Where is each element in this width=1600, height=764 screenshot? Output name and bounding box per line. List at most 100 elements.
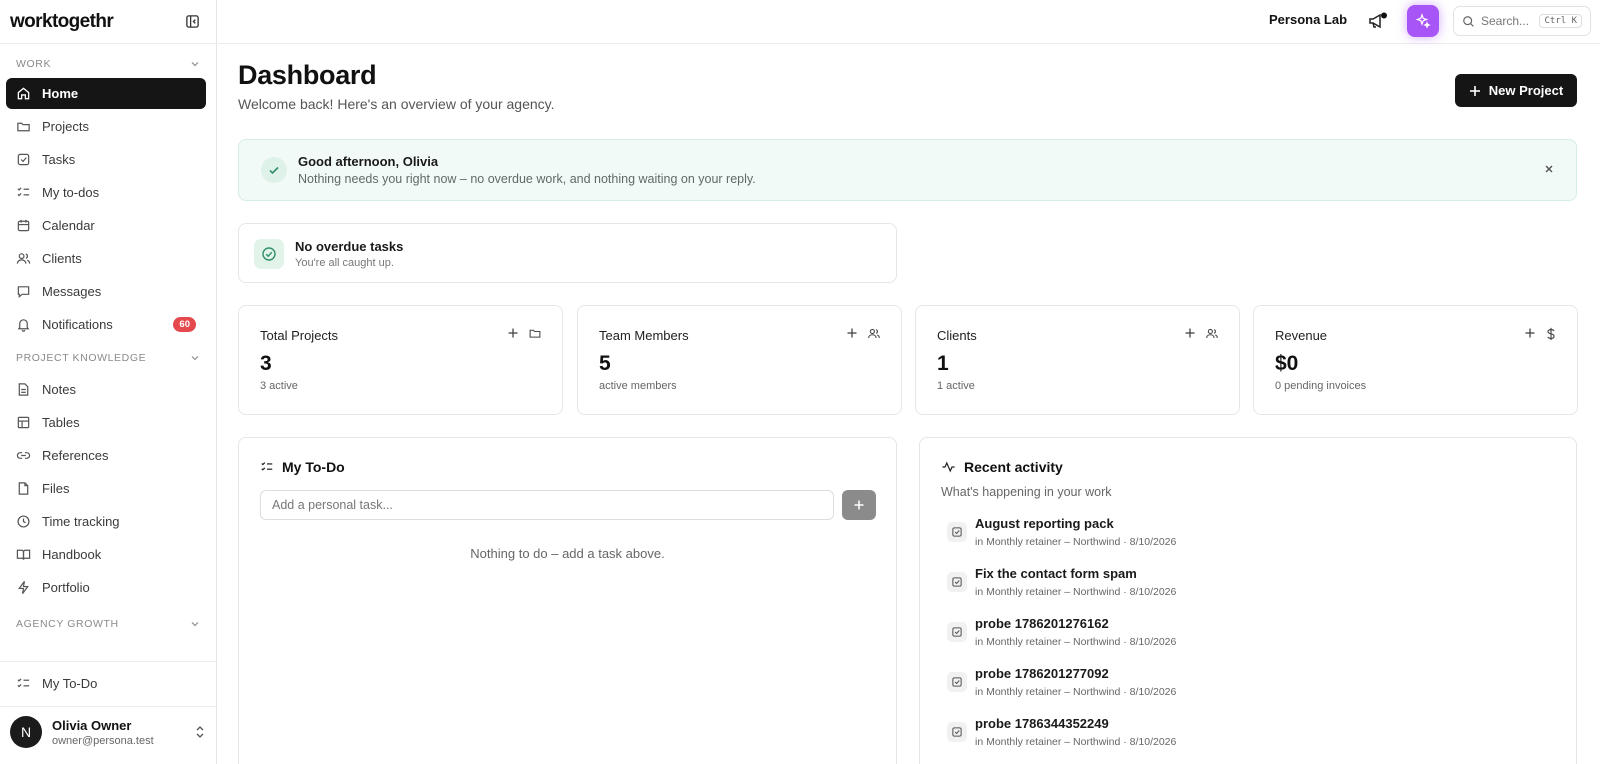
activity-meta: in Monthly retainer – Northwind · 8/10/2… bbox=[975, 536, 1177, 548]
sidebar-item-clients[interactable]: Clients bbox=[6, 243, 206, 274]
stat-value: 3 bbox=[260, 352, 272, 375]
sidebar-divider bbox=[0, 706, 217, 707]
user-email: owner@persona.test bbox=[52, 734, 154, 747]
checkbox-icon bbox=[947, 672, 967, 692]
new-project-button[interactable]: New Project bbox=[1455, 74, 1577, 107]
sidebar-item-label: Messages bbox=[42, 284, 102, 299]
sidebar-item-portfolio[interactable]: Portfolio bbox=[6, 572, 206, 603]
section-knowledge-header[interactable]: PROJECT KNOWLEDGE bbox=[0, 347, 216, 369]
dollar-icon bbox=[1545, 327, 1557, 341]
sidebar-item-notes[interactable]: Notes bbox=[6, 374, 206, 405]
section-growth-header[interactable]: AGENCY GROWTH bbox=[0, 613, 216, 635]
plus-icon bbox=[1469, 85, 1480, 96]
folder-icon bbox=[528, 327, 542, 340]
my-todo-title-text: My To-Do bbox=[282, 459, 345, 475]
sidebar-item-tasks[interactable]: Tasks bbox=[6, 144, 206, 175]
sidebar-item-references[interactable]: References bbox=[6, 440, 206, 471]
sidebar-item-handbook[interactable]: Handbook bbox=[6, 539, 206, 570]
sidebar-item-notifications[interactable]: Notifications 60 bbox=[6, 309, 206, 340]
overdue-tasks-card: No overdue tasks You're all caught up. bbox=[238, 223, 897, 283]
checkbox-icon bbox=[947, 722, 967, 742]
list-check-icon bbox=[17, 678, 30, 688]
stat-label: Total Projects bbox=[260, 328, 339, 343]
sidebar-item-my-todo[interactable]: My To-Do bbox=[6, 668, 206, 699]
check-icon bbox=[261, 157, 287, 183]
sidebar-item-label: Home bbox=[42, 86, 79, 101]
overdue-title: No overdue tasks bbox=[295, 239, 404, 254]
sidebar-item-files[interactable]: Files bbox=[6, 473, 206, 504]
bell-icon bbox=[17, 319, 30, 332]
sidebar-item-label: Tasks bbox=[42, 152, 76, 167]
section-growth-label: AGENCY GROWTH bbox=[16, 618, 119, 630]
activity-title: probe 1786201276162 bbox=[975, 616, 1109, 631]
personal-task-input[interactable]: Add a personal task... bbox=[260, 490, 834, 520]
new-project-label: New Project bbox=[1488, 83, 1564, 98]
sidebar-item-calendar[interactable]: Calendar bbox=[6, 210, 206, 241]
sidebar-header: worktogethr bbox=[0, 0, 216, 44]
sidebar-item-tables[interactable]: Tables bbox=[6, 407, 206, 438]
activity-meta: in Monthly retainer – Northwind · 8/10/2… bbox=[975, 586, 1177, 598]
activity-item[interactable]: probe 1786201276162 in Monthly retainer … bbox=[941, 616, 1541, 660]
checkbox-icon bbox=[947, 572, 967, 592]
user-name: Olivia Owner bbox=[52, 717, 132, 733]
chevron-down-icon bbox=[190, 619, 200, 629]
calendar-icon bbox=[17, 219, 30, 232]
recent-activity-title-text: Recent activity bbox=[964, 459, 1063, 475]
plus-icon bbox=[854, 500, 864, 510]
activity-item[interactable]: probe 1786344352249 in Monthly retainer … bbox=[941, 716, 1541, 760]
megaphone-icon[interactable] bbox=[1366, 9, 1390, 33]
activity-item[interactable]: August reporting pack in Monthly retaine… bbox=[941, 516, 1541, 560]
plus-icon[interactable] bbox=[846, 327, 858, 340]
plus-icon[interactable] bbox=[507, 327, 519, 340]
folder-icon bbox=[17, 122, 30, 132]
personal-task-placeholder: Add a personal task... bbox=[272, 498, 393, 512]
chevron-down-icon bbox=[190, 59, 200, 69]
link-icon bbox=[16, 452, 31, 459]
search-icon bbox=[1463, 15, 1474, 27]
activity-meta: in Monthly retainer – Northwind · 8/10/2… bbox=[975, 636, 1177, 648]
workspace-name[interactable]: Persona Lab bbox=[1269, 12, 1347, 27]
activity-title: Fix the contact form spam bbox=[975, 566, 1137, 581]
stat-value: $0 bbox=[1275, 352, 1299, 375]
collapse-sidebar-icon[interactable] bbox=[182, 12, 202, 32]
activity-title: probe 1786344352249 bbox=[975, 716, 1109, 731]
sidebar-item-time-tracking[interactable]: Time tracking bbox=[6, 506, 206, 537]
activity-item[interactable]: Fix the contact form spam in Monthly ret… bbox=[941, 566, 1541, 610]
stat-label: Team Members bbox=[599, 328, 689, 343]
stat-card-clients[interactable]: Clients 1 1 active bbox=[915, 305, 1240, 415]
close-icon[interactable] bbox=[1540, 160, 1558, 178]
checkbox-icon bbox=[947, 622, 967, 642]
list-check-icon bbox=[261, 462, 273, 471]
sidebar-item-label: Notes bbox=[42, 382, 76, 397]
sparkles-icon bbox=[1415, 13, 1431, 29]
plus-icon[interactable] bbox=[1524, 327, 1536, 341]
sidebar-item-home[interactable]: Home bbox=[6, 78, 206, 109]
search-shortcut: Ctrl K bbox=[1539, 14, 1582, 28]
sidebar-item-my-todos[interactable]: My to-dos bbox=[6, 177, 206, 208]
sidebar-divider bbox=[0, 661, 217, 662]
app-logo[interactable]: worktogethr bbox=[10, 11, 114, 33]
ai-assistant-button[interactable] bbox=[1407, 5, 1439, 37]
stat-subtext: 0 pending invoices bbox=[1275, 380, 1367, 392]
stat-value: 1 bbox=[937, 352, 949, 375]
sidebar-item-messages[interactable]: Messages bbox=[6, 276, 206, 307]
sidebar-item-label: Tables bbox=[42, 415, 80, 430]
activity-item[interactable]: probe 1786201277092 in Monthly retainer … bbox=[941, 666, 1541, 710]
greeting-text: Nothing needs you right now – no overdue… bbox=[298, 172, 756, 186]
todo-empty-state: Nothing to do – add a task above. bbox=[470, 546, 665, 561]
activity-meta: in Monthly retainer – Northwind · 8/10/2… bbox=[975, 686, 1177, 698]
plus-icon[interactable] bbox=[1184, 327, 1196, 340]
chevron-down-icon bbox=[190, 353, 200, 363]
my-todo-title: My To-Do bbox=[260, 459, 345, 475]
checkbox-icon bbox=[947, 522, 967, 542]
section-work-header[interactable]: WORK bbox=[0, 53, 216, 75]
avatar: N bbox=[10, 716, 42, 748]
search-box[interactable]: Search... Ctrl K bbox=[1453, 6, 1591, 36]
stat-card-total-projects[interactable]: Total Projects 3 3 active bbox=[238, 305, 563, 415]
sidebar-item-projects[interactable]: Projects bbox=[6, 111, 206, 142]
stat-card-team-members[interactable]: Team Members 5 active members bbox=[577, 305, 902, 415]
add-task-button[interactable] bbox=[842, 490, 876, 520]
stat-value: 5 bbox=[599, 352, 611, 375]
user-menu[interactable]: N Olivia Owner owner@persona.test bbox=[10, 710, 206, 754]
stat-card-revenue[interactable]: Revenue $0 0 pending invoices bbox=[1253, 305, 1578, 415]
